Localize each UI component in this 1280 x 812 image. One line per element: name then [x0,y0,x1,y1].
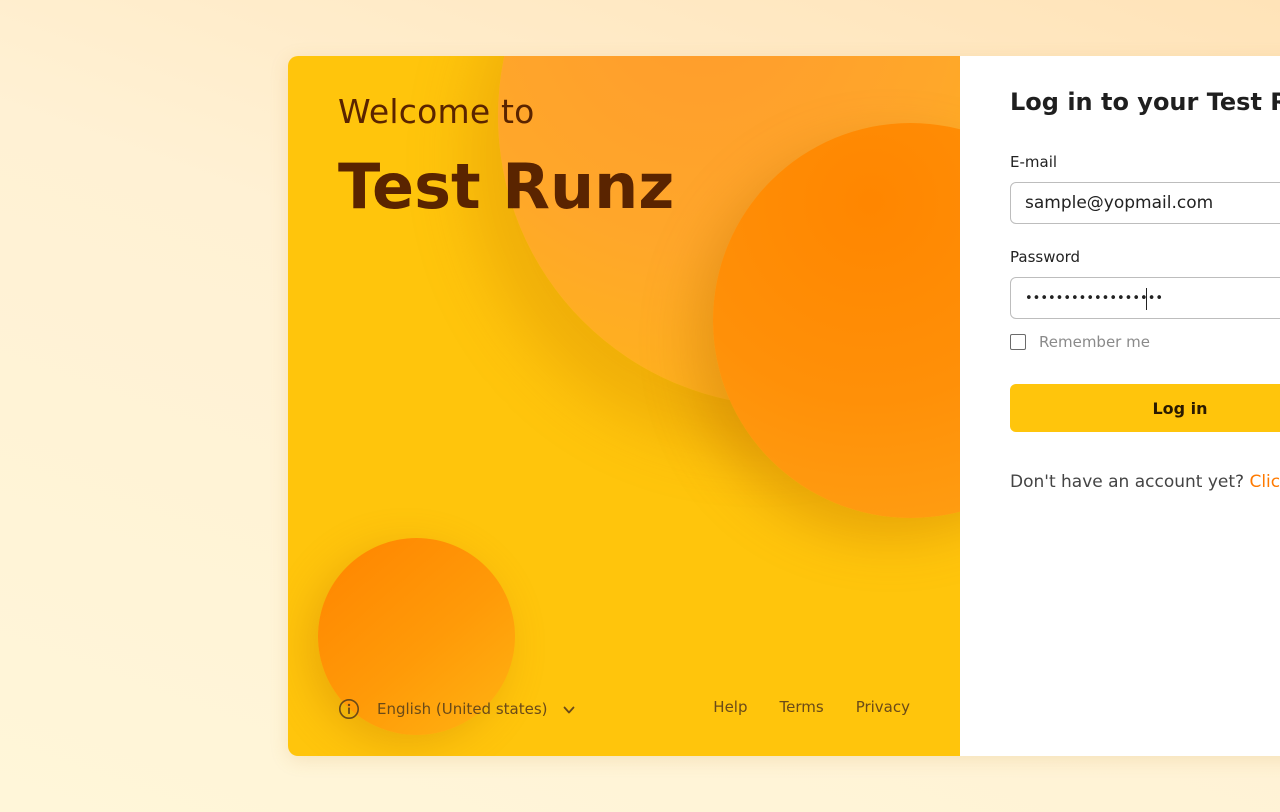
hero-panel: Welcome to Test Runz English (United sta… [288,56,960,756]
password-field[interactable] [1010,277,1280,319]
login-card: Welcome to Test Runz English (United sta… [288,56,1280,756]
signup-prompt: Don't have an account yet? Click here [1010,472,1280,492]
welcome-text: Welcome to [338,92,535,131]
text-caret [1146,288,1147,310]
email-label: E-mail [1010,153,1058,171]
login-panel: Log in to your Test Runz account E-mail … [960,56,1280,756]
login-title: Log in to your Test Runz account [1010,88,1280,116]
remember-me[interactable]: Remember me [1010,333,1150,351]
remember-label: Remember me [1039,333,1150,351]
language-label: English (United states) [377,700,548,718]
signup-link[interactable]: Click here [1249,472,1280,492]
brand-title: Test Runz [338,150,675,223]
signup-prompt-text: Don't have an account yet? [1010,472,1250,492]
remember-checkbox[interactable] [1010,334,1026,350]
hero-footer: English (United states) Help Terms Priva… [338,696,910,722]
email-field[interactable] [1010,182,1280,224]
footer-links: Help Terms Privacy [713,698,910,716]
terms-link[interactable]: Terms [780,698,824,716]
privacy-link[interactable]: Privacy [856,698,910,716]
login-button[interactable]: Log in [1010,384,1280,432]
password-label: Password [1010,248,1081,266]
chevron-down-icon [562,702,576,716]
info-icon [338,698,360,720]
help-link[interactable]: Help [713,698,747,716]
language-selector[interactable]: English (United states) [338,696,576,722]
